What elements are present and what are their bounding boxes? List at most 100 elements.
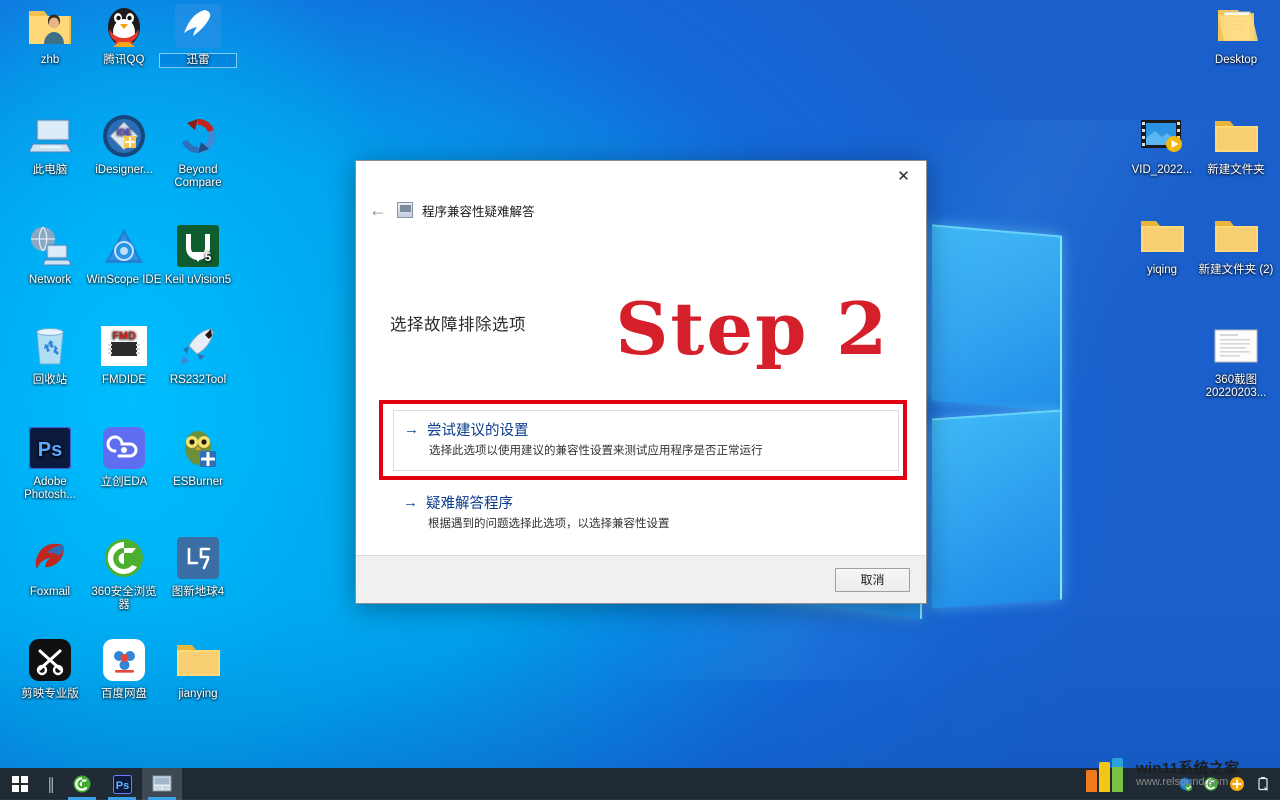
keil-uvision5-icon: 5 (174, 222, 222, 270)
svg-text:Ps: Ps (38, 439, 62, 461)
dialog-nav: ← 程序兼容性疑难解答 (356, 197, 926, 223)
desktop-icon-qq-penguin[interactable]: 腾讯QQ (86, 2, 162, 67)
desktop-icon-recycle-bin[interactable]: 回收站 (12, 322, 88, 387)
option-description: 选择此选项以使用建议的兼容性设置来测试应用程序是否正常运行 (429, 445, 763, 457)
site-watermark: win11系统之家 www.relsound.com (1076, 736, 1274, 800)
back-arrow-icon[interactable]: ← (368, 200, 388, 221)
winscope-ide-icon (100, 222, 148, 270)
watermark-logo-icon (1084, 758, 1128, 792)
dialog-title: 程序兼容性疑难解答 (422, 204, 535, 219)
desktop-icon-idesigner[interactable]: IDE iDesigner... (86, 112, 162, 177)
start-button[interactable] (0, 768, 40, 800)
desktop-icon-baidu-netdisk[interactable]: 百度网盘 (86, 636, 162, 701)
desktop-icon-thunder-bird[interactable]: 迅雷 (159, 2, 237, 68)
desktop-icon-label: Network (28, 274, 72, 286)
arrow-right-icon: → (403, 494, 418, 511)
desktop-icon-label: iDesigner... (95, 164, 153, 176)
troubleshooter-icon (152, 775, 172, 792)
desktop-icon-jianying-pro[interactable]: 剪映专业版 (12, 636, 88, 701)
task-view-button[interactable]: ║ (40, 768, 62, 800)
folder-icon (1212, 212, 1260, 260)
esburner-owl-icon (174, 424, 222, 472)
dialog-footer: 取消 (356, 555, 926, 603)
desktop-icon-lceda[interactable]: 立创EDA (86, 424, 162, 489)
desktop-icon-folder[interactable]: 新建文件夹 (2) (1198, 212, 1274, 277)
svg-text:5: 5 (205, 250, 212, 264)
desktop-icon-rs232tool-rocket[interactable]: RS232Tool (160, 322, 236, 387)
desktop-icon-label: FMDIDE (101, 374, 147, 386)
desktop-icon-label: 360安全浏览器 (91, 586, 157, 611)
folder-desktop-icon (1212, 2, 1260, 50)
desktop-icon-label: 图新地球4 (171, 586, 225, 598)
desktop-icon-label: Foxmail (29, 586, 71, 598)
desktop-icon-beyond-compare[interactable]: Beyond Compare (160, 112, 236, 190)
desktop-icon-label: 新建文件夹 (1207, 164, 1265, 176)
desktop-icon-label: ESBurner (173, 476, 223, 488)
watermark-url: www.relsound.com (1136, 776, 1229, 789)
close-icon[interactable]: ✕ (881, 161, 926, 191)
option-title-row: → 疑难解答程序 (403, 492, 889, 513)
beyond-compare-icon (174, 112, 222, 160)
desktop-icon-label: 百度网盘 (101, 688, 147, 700)
cancel-button[interactable]: 取消 (835, 567, 910, 592)
this-pc-icon (26, 112, 74, 160)
recycle-bin-icon (26, 322, 74, 370)
desktop-icon-lsv-earth[interactable]: 图新地球4 (160, 534, 236, 599)
program-compatibility-troubleshooter-dialog: ✕ ← 程序兼容性疑难解答 选择故障排除选项 Step 2 → 尝试建议的设置 … (355, 160, 927, 604)
desktop-icon-folder[interactable]: 新建文件夹 (1198, 112, 1274, 177)
foxmail-icon (26, 534, 74, 582)
folder-user-icon (26, 2, 74, 50)
desktop-icon-fmdide[interactable]: FMD FMDIDE (86, 322, 162, 387)
desktop-icon-label: 新建文件夹 (2) (1198, 264, 1274, 276)
arrow-right-icon: → (404, 421, 419, 438)
desktop-icon-label: 此电脑 (32, 164, 68, 176)
desktop-icon-video-file[interactable]: VID_2022... (1124, 112, 1200, 177)
desktop-icon-label: 回收站 (32, 374, 68, 386)
option-spacer (393, 471, 899, 484)
desktop-icon-folder[interactable]: jianying (160, 636, 236, 701)
network-icon (26, 222, 74, 270)
desktop-icon-folder-user[interactable]: zhb (12, 2, 88, 67)
troubleshooter-icon (397, 202, 413, 218)
desktop-icon-label: 剪映专业版 (21, 688, 79, 700)
page-title: 选择故障排除选项 (390, 316, 526, 334)
photoshop-icon: Ps (112, 774, 132, 794)
option-troubleshoot-program[interactable]: → 疑难解答程序 根据遇到的问题选择此选项，以选择兼容性设置 (393, 484, 899, 543)
desktop-icon-label: 腾讯QQ (103, 54, 145, 66)
fmdide-icon: FMD (100, 322, 148, 370)
desktop-icon-photoshop[interactable]: Ps Adobe Photosh... (12, 424, 88, 502)
desktop-icon-network[interactable]: Network (12, 222, 88, 287)
desktop-icon-label: Desktop (1214, 54, 1258, 66)
taskbar-item-troubleshooter[interactable] (142, 768, 182, 800)
desktop-icon-folder-desktop[interactable]: Desktop (1198, 2, 1274, 67)
option-title: 疑难解答程序 (426, 496, 513, 512)
desktop-icon-foxmail[interactable]: Foxmail (12, 534, 88, 599)
folder-icon (1212, 112, 1260, 160)
desktop-icon-label: Keil uVision5 (164, 274, 232, 286)
option-try-recommended-settings[interactable]: → 尝试建议的设置 选择此选项以使用建议的兼容性设置来测试应用程序是否正常运行 (393, 410, 899, 471)
svg-text:FMD: FMD (112, 330, 136, 342)
desktop-icon-label: 360截图 20220203... (1205, 374, 1267, 399)
desktop-icon-keil-uvision5[interactable]: 5 Keil uVision5 (160, 222, 236, 287)
desktop-icon-label: 立创EDA (100, 476, 148, 488)
desktop-icon-this-pc[interactable]: 此电脑 (12, 112, 88, 177)
desktop-icon-folder[interactable]: yiqing (1124, 212, 1200, 277)
desktop-icon-winscope-ide[interactable]: WinScope IDE (86, 222, 162, 287)
qq-penguin-icon (100, 2, 148, 50)
taskbar-item-360-browser[interactable] (62, 768, 102, 800)
video-file-icon (1138, 112, 1186, 160)
taskbar-item-photoshop[interactable]: Ps (102, 768, 142, 800)
desktop-icon-esburner-owl[interactable]: ESBurner (160, 424, 236, 489)
desktop-icon-label: yiqing (1146, 264, 1178, 276)
option-title-row: → 尝试建议的设置 (404, 419, 888, 440)
desktop-icon-label: zhb (40, 54, 60, 66)
dialog-titlebar: ✕ (356, 161, 926, 197)
desktop-icon-image-file[interactable]: 360截图 20220203... (1198, 322, 1274, 400)
folder-icon (174, 636, 222, 684)
option-description: 根据遇到的问题选择此选项，以选择兼容性设置 (428, 518, 670, 530)
watermark-text: win11系统之家 www.relsound.com (1136, 761, 1240, 788)
folder-icon (1138, 212, 1186, 260)
desktop-icon-360-browser[interactable]: 360安全浏览器 (86, 534, 162, 612)
lsv-earth-icon (174, 534, 222, 582)
option-title: 尝试建议的设置 (427, 423, 529, 439)
